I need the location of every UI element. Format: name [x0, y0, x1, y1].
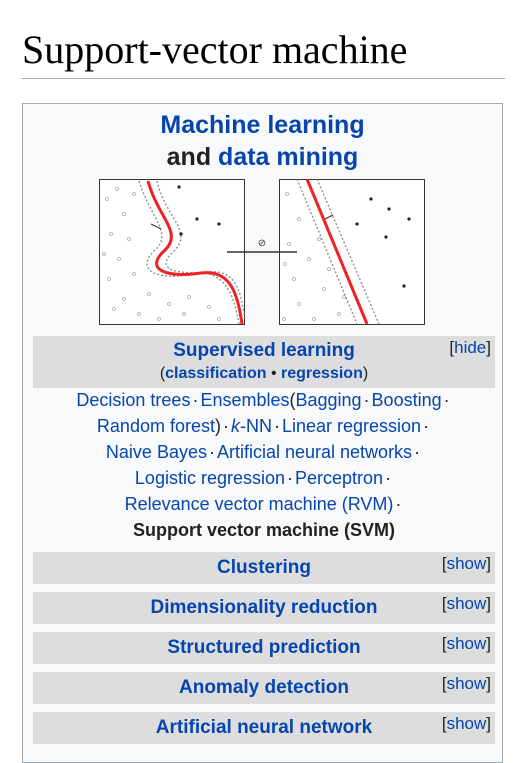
- bullet-separator: •: [270, 365, 277, 382]
- rvm-link[interactable]: Relevance vector machine (RVM): [125, 494, 394, 514]
- random-forest-link[interactable]: Random forest: [97, 416, 215, 436]
- mapping-symbol: ⊘: [258, 238, 266, 249]
- supervised-toggle: [hide]: [449, 338, 491, 357]
- logistic-regression-link[interactable]: Logistic regression: [135, 468, 285, 488]
- anomaly-detection-link[interactable]: Anomaly detection: [179, 677, 349, 698]
- supervised-learning-list: Decision trees · Ensembles(Bagging · Boostin…: [76, 390, 450, 540]
- boosting-link[interactable]: Boosting: [372, 390, 442, 410]
- group-artificial-neural-network: Artificial neural network [show]: [33, 712, 495, 744]
- title-divider: [22, 78, 505, 79]
- clustering-toggle: [show]: [441, 554, 491, 573]
- group-clustering: Clustering [show]: [33, 552, 495, 584]
- ensembles-link[interactable]: Ensembles: [200, 390, 289, 410]
- structured-prediction-link[interactable]: Structured prediction: [167, 637, 360, 658]
- svm-kernel-illustration[interactable]: ⊘: [99, 179, 429, 327]
- regression-link[interactable]: regression: [281, 365, 363, 382]
- structured-prediction-toggle: [show]: [441, 634, 491, 653]
- linear-regression-link[interactable]: Linear regression: [282, 416, 421, 436]
- perceptron-link[interactable]: Perceptron: [295, 468, 383, 488]
- ml-sidebar: Machine learning and data mining ⊘ Super…: [22, 103, 503, 763]
- decision-trees-link[interactable]: Decision trees: [76, 390, 190, 410]
- show-button[interactable]: show: [447, 674, 487, 693]
- group-structured-prediction: Structured prediction [show]: [33, 632, 495, 664]
- hide-button[interactable]: hide: [454, 338, 486, 357]
- supervised-subtitle: (classification • regression): [33, 364, 495, 384]
- anomaly-detection-toggle: [show]: [441, 674, 491, 693]
- bagging-link[interactable]: Bagging: [295, 390, 361, 410]
- sidebar-title-and: and: [166, 143, 212, 171]
- group-dimensionality-reduction: Dimensionality reduction [show]: [33, 592, 495, 624]
- artificial-neural-network-link[interactable]: Artificial neural network: [156, 717, 372, 738]
- show-button[interactable]: show: [447, 634, 487, 653]
- show-button[interactable]: show: [447, 594, 487, 613]
- artificial-neural-networks-link[interactable]: Artificial neural networks: [217, 442, 412, 462]
- dimensionality-reduction-link[interactable]: Dimensionality reduction: [151, 597, 378, 618]
- page-title: Support-vector machine: [22, 27, 408, 72]
- sidebar-title: Machine learning and data mining: [23, 109, 502, 173]
- data-mining-link[interactable]: data mining: [218, 143, 358, 171]
- knn-link[interactable]: k-NN: [231, 416, 272, 436]
- svm-current-item: Support vector machine (SVM): [132, 520, 396, 540]
- show-button[interactable]: show: [447, 714, 487, 733]
- naive-bayes-link[interactable]: Naive Bayes: [106, 442, 207, 462]
- group-supervised-learning: Supervised learning (classification • re…: [33, 336, 495, 388]
- show-button[interactable]: show: [447, 554, 487, 573]
- classification-link[interactable]: classification: [165, 365, 266, 382]
- machine-learning-link[interactable]: Machine learning: [160, 111, 364, 139]
- group-anomaly-detection: Anomaly detection [show]: [33, 672, 495, 704]
- dimensionality-reduction-toggle: [show]: [441, 594, 491, 613]
- supervised-learning-link[interactable]: Supervised learning: [173, 340, 355, 361]
- artificial-neural-network-toggle: [show]: [441, 714, 491, 733]
- clustering-link[interactable]: Clustering: [217, 557, 311, 578]
- paren-close: ): [362, 365, 369, 382]
